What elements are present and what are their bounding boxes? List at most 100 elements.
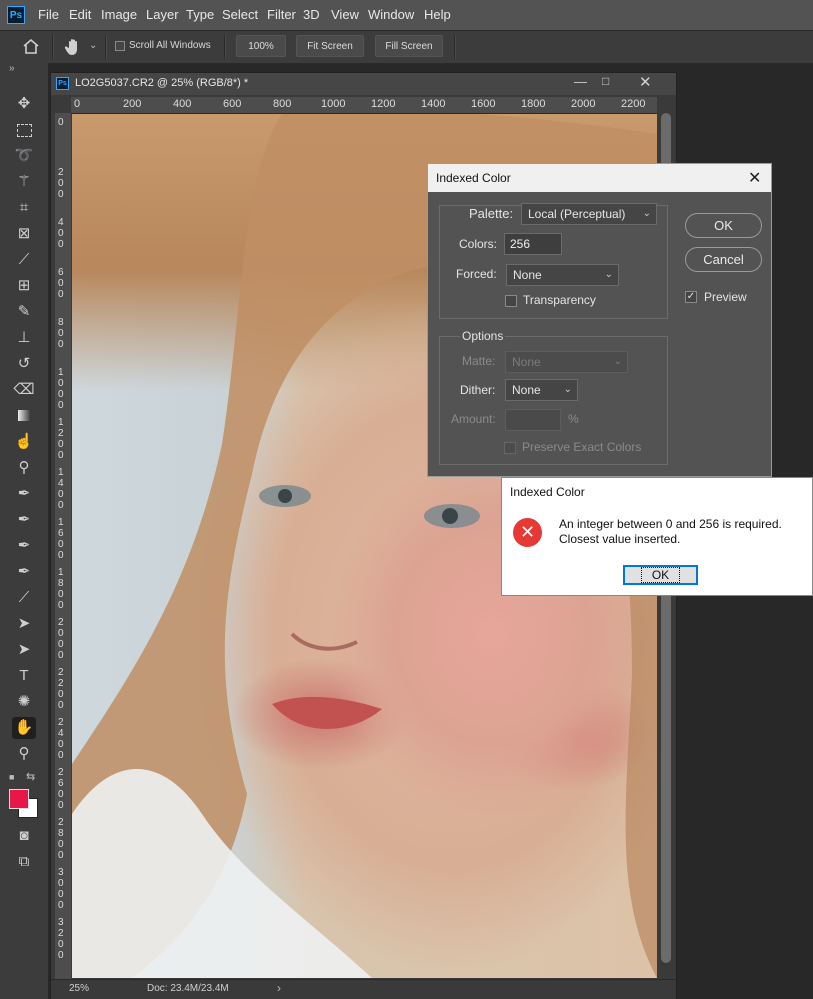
lasso-tool-icon[interactable]: ➰ <box>12 145 36 167</box>
menu-help[interactable]: Help <box>424 7 451 22</box>
close-icon[interactable]: ✕ <box>748 168 761 188</box>
error-alert-dialog: Indexed Color ✕ An integer between 0 and… <box>501 477 813 596</box>
fit-screen-button[interactable]: Fit Screen <box>296 35 364 57</box>
scroll-all-windows-checkbox[interactable] <box>115 41 125 51</box>
amount-unit: % <box>568 412 579 426</box>
eraser-tool-icon[interactable]: ⌫ <box>12 379 36 401</box>
path-selection-icon[interactable]: ➤ <box>12 613 36 635</box>
close-icon[interactable]: ✕ <box>639 73 652 91</box>
cancel-button[interactable]: Cancel <box>685 247 762 272</box>
gradient-tool-icon[interactable] <box>12 405 36 427</box>
magic-wand-icon[interactable]: ⚚ <box>12 171 36 193</box>
preview-label: Preview <box>704 290 747 304</box>
matte-select[interactable]: None ⌄ <box>505 351 628 373</box>
ruler-h-label: 1400 <box>421 98 446 110</box>
shape-tool-icon[interactable]: ✺ <box>12 691 36 713</box>
home-icon[interactable] <box>22 38 40 54</box>
marquee-tool-icon[interactable] <box>12 119 36 141</box>
ok-button[interactable]: OK <box>685 213 762 238</box>
transparency-checkbox[interactable] <box>505 295 517 307</box>
swap-colors-icon[interactable]: ⇆ <box>26 770 35 783</box>
dodge-tool-icon[interactable]: ⚲ <box>12 457 36 479</box>
fill-screen-button[interactable]: Fill Screen <box>375 35 443 57</box>
brush-tool-icon[interactable]: ✎ <box>12 301 36 323</box>
menu-edit[interactable]: Edit <box>69 7 91 22</box>
chevron-right-icon[interactable]: › <box>277 981 281 995</box>
type-tool-icon[interactable]: T <box>12 665 36 687</box>
menu-3d[interactable]: 3D <box>303 7 320 22</box>
direct-selection-icon[interactable]: ➤ <box>12 639 36 661</box>
menu-bar: Ps File Edit Image Layer Type Select Fil… <box>0 0 813 30</box>
forced-label: Forced: <box>456 267 497 281</box>
menu-select[interactable]: Select <box>222 7 258 22</box>
chevron-down-icon: ⌄ <box>604 269 613 280</box>
colors-input[interactable]: 256 <box>504 233 562 255</box>
quick-mask-icon[interactable]: ◙ <box>12 825 36 847</box>
ruler-v-label: 1000 <box>58 367 64 411</box>
menu-layer[interactable]: Layer <box>146 7 179 22</box>
preserve-exact-colors-checkbox[interactable] <box>504 442 516 454</box>
delete-anchor-icon[interactable]: ✒ <box>12 561 36 583</box>
ruler-v-label: 2600 <box>58 767 64 811</box>
amount-input[interactable] <box>505 409 561 431</box>
menu-image[interactable]: Image <box>101 7 137 22</box>
frame-tool-icon[interactable]: ⊠ <box>12 223 36 245</box>
ruler-v-label: 2000 <box>58 617 64 661</box>
scroll-all-windows-label: Scroll All Windows <box>129 40 211 51</box>
ruler-v-label: 1600 <box>58 517 64 561</box>
default-colors-icon[interactable]: ■ <box>9 772 14 782</box>
alert-ok-button[interactable]: OK <box>623 565 698 585</box>
alert-title: Indexed Color <box>510 485 585 499</box>
ruler-v-label: 1400 <box>58 467 64 511</box>
healing-brush-icon[interactable]: ⊞ <box>12 275 36 297</box>
ruler-h-label: 800 <box>273 98 292 110</box>
move-tool-icon[interactable]: ✥ <box>12 93 36 115</box>
minimize-icon[interactable]: — <box>574 74 587 89</box>
maximize-icon[interactable]: □ <box>602 74 609 88</box>
ruler-h-label: 1200 <box>371 98 396 110</box>
stamp-tool-icon[interactable]: ⊥ <box>12 327 36 349</box>
ruler-h-label: 400 <box>173 98 192 110</box>
forced-select[interactable]: None ⌄ <box>506 264 619 286</box>
document-title: LO2G5037.CR2 @ 25% (RGB/8*) * <box>75 77 249 89</box>
menu-view[interactable]: View <box>331 7 359 22</box>
menu-file[interactable]: File <box>38 7 59 22</box>
tools-panel: » ✥ ➰ ⚚ ⌗ ⊠ ⟋ ⊞ ✎ ⊥ ↺ ⌫ ☝ ⚲ ✒ ✒ ✒ ✒ ⟋ ➤ … <box>0 62 48 999</box>
add-anchor-icon[interactable]: ✒ <box>12 535 36 557</box>
chevron-down-icon: ⌄ <box>613 356 622 367</box>
history-brush-icon[interactable]: ↺ <box>12 353 36 375</box>
ruler-v-label: 2200 <box>58 667 64 711</box>
eyedropper-icon[interactable]: ⟋ <box>12 249 36 271</box>
palette-label: Palette: <box>469 206 514 221</box>
zoom-100-button[interactable]: 100% <box>236 35 286 57</box>
document-tab[interactable]: Ps LO2G5037.CR2 @ 25% (RGB/8*) * — □ ✕ <box>51 73 676 95</box>
expand-panel-icon[interactable]: » <box>9 63 15 74</box>
convert-point-icon[interactable]: ⟋ <box>12 587 36 609</box>
ruler-h-label: 2200 <box>621 98 646 110</box>
preview-checkbox[interactable]: ✓ <box>685 291 697 303</box>
ruler-v-label: 400 <box>58 217 64 250</box>
document-ps-icon: Ps <box>56 77 69 90</box>
zoom-level[interactable]: 25% <box>69 983 89 994</box>
foreground-color-swatch[interactable] <box>9 789 29 809</box>
zoom-tool-icon[interactable]: ⚲ <box>12 743 36 765</box>
hand-tool-icon[interactable] <box>64 37 84 57</box>
menu-filter[interactable]: Filter <box>267 7 296 22</box>
smudge-tool-icon[interactable]: ☝ <box>12 431 36 453</box>
transparency-label: Transparency <box>523 293 596 307</box>
crop-tool-icon[interactable]: ⌗ <box>12 197 36 219</box>
ruler-v-label: 3200 <box>58 917 64 961</box>
dither-select[interactable]: None ⌄ <box>505 379 578 401</box>
chevron-down-icon: ⌄ <box>563 384 572 395</box>
ruler-v-label: 2800 <box>58 817 64 861</box>
ruler-v-label: 2400 <box>58 717 64 761</box>
ruler-v-label: 3000 <box>58 867 64 911</box>
palette-select[interactable]: Local (Perceptual) ⌄ <box>521 203 657 225</box>
screen-mode-icon[interactable]: ⧉ <box>12 851 36 873</box>
pen-tool-icon[interactable]: ✒ <box>12 483 36 505</box>
menu-window[interactable]: Window <box>368 7 414 22</box>
menu-type[interactable]: Type <box>186 7 214 22</box>
hand-tool-icon[interactable]: ✋ <box>12 717 36 739</box>
freeform-pen-icon[interactable]: ✒ <box>12 509 36 531</box>
chevron-down-icon[interactable]: ⌄ <box>89 40 97 51</box>
